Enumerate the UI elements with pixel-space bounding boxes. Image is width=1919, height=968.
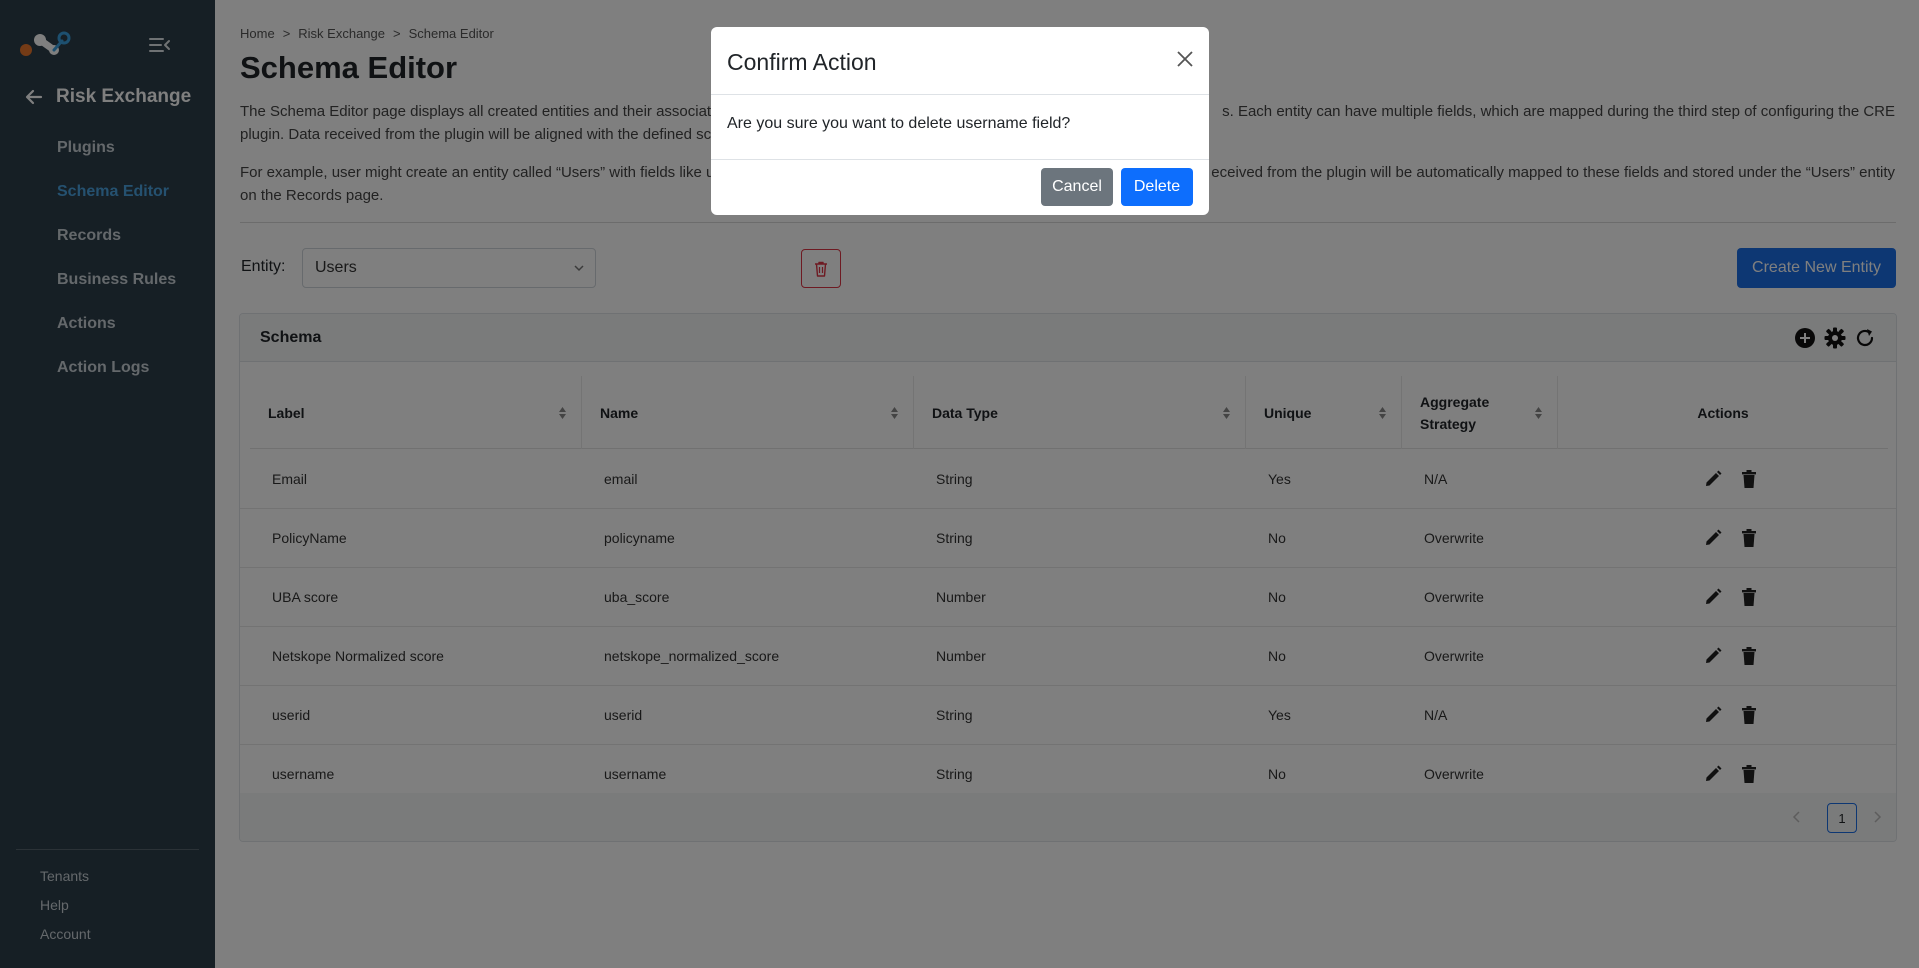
modal-message: Are you sure you want to delete username… xyxy=(727,115,1071,132)
close-icon[interactable] xyxy=(1175,49,1195,69)
confirm-modal: Confirm Action Are you sure you want to … xyxy=(711,27,1209,215)
modal-title: Confirm Action xyxy=(727,49,877,75)
delete-button[interactable]: Delete xyxy=(1121,168,1193,206)
modal-header: Confirm Action xyxy=(711,27,1209,95)
modal-footer: Cancel Delete xyxy=(711,159,1209,215)
cancel-button[interactable]: Cancel xyxy=(1041,168,1113,206)
